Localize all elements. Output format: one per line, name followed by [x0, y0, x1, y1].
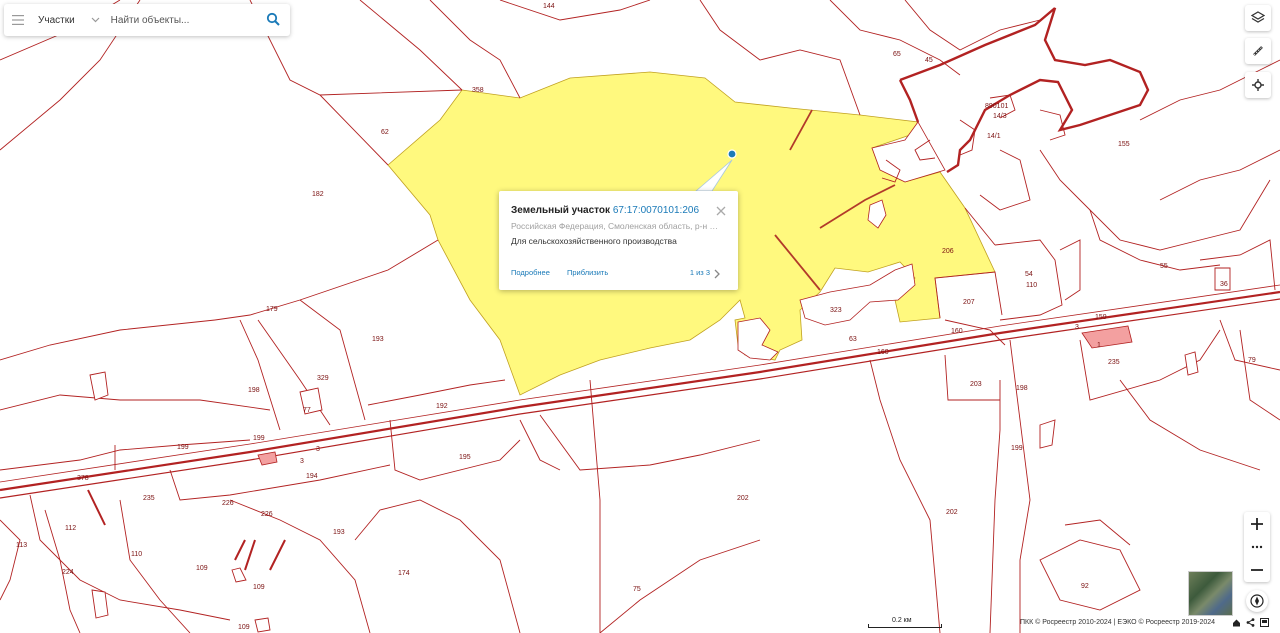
scale-bar: 0.2 км: [868, 617, 942, 629]
parcel-number-label: 206: [942, 248, 954, 255]
zoom-out-button[interactable]: [1244, 558, 1270, 581]
parcel-number-label: 144: [543, 3, 555, 10]
parcel-number-label: 890101: [985, 103, 1008, 110]
parcel-number-label: 207: [963, 299, 975, 306]
scale-label: 0.2 км: [892, 617, 912, 624]
ruler-icon: [1253, 46, 1263, 56]
parcel-number-label: 160: [877, 349, 889, 356]
parcel-number-label: 110: [131, 551, 142, 558]
parcel-number-label: 109: [253, 584, 265, 591]
parcel-number-label: 203: [970, 381, 982, 388]
satellite-basemap-toggle[interactable]: [1188, 571, 1233, 616]
search-input[interactable]: [108, 13, 263, 27]
home-icon[interactable]: [1232, 618, 1241, 627]
parcel-number-label: 109: [196, 565, 208, 572]
parcel-number-label: 194: [306, 473, 318, 480]
print-icon[interactable]: [1260, 618, 1269, 627]
close-icon[interactable]: [716, 203, 726, 216]
search-type-label[interactable]: Участки: [38, 15, 75, 26]
hamburger-icon: [12, 15, 24, 25]
parcel-number-label: 79: [1248, 357, 1256, 364]
parcel-number-label: 3: [316, 446, 320, 453]
copyright-text: ПКК © Росреестр 2010-2024 | ЕЭКО © Росре…: [1020, 619, 1216, 626]
parcel-number-label: 235: [1108, 359, 1120, 366]
more-link[interactable]: Подробнее: [511, 268, 550, 277]
more-button[interactable]: [1244, 535, 1270, 558]
parcel-number-label: 226: [222, 500, 234, 507]
zoom-to-link[interactable]: Приблизить: [567, 268, 608, 277]
plus-icon: [1251, 517, 1263, 530]
parcel-number-label: 112: [65, 525, 76, 532]
parcel-number-label: 3: [300, 458, 304, 465]
zoom-control: [1244, 512, 1270, 582]
parcel-number-label: 92: [1081, 583, 1089, 590]
parcel-number-label: 54: [1025, 271, 1033, 278]
parcel-popup: Земельный участок 67:17:0070101:206 Росс…: [499, 191, 738, 290]
parcel-number-label: 65: [893, 51, 901, 58]
popup-pager: 1 из 3: [689, 268, 710, 277]
parcel-number-label: 198: [248, 387, 260, 394]
parcel-number-label: 224: [62, 569, 74, 576]
parcel-number-label: 109: [238, 624, 250, 631]
parcel-number-label: 14/1: [987, 133, 1001, 140]
parcel-number-label: 77: [303, 407, 311, 414]
parcel-number-label: 45: [925, 57, 933, 64]
parcel-number-label: 179: [266, 306, 278, 313]
search-icon[interactable]: [266, 12, 282, 28]
chevron-down-icon[interactable]: [91, 15, 101, 25]
share-icon[interactable]: [1246, 618, 1255, 627]
parcel-number-label: 198: [1016, 385, 1028, 392]
parcel-number-label: 155: [1118, 141, 1130, 148]
locate-button[interactable]: [1245, 72, 1271, 98]
parcel-number-label: 110: [1026, 282, 1037, 289]
parcel-number-label: 193: [372, 336, 384, 343]
more-icon: [1251, 545, 1263, 548]
popup-title: Земельный участок 67:17:0070101:206: [511, 205, 700, 216]
compass-icon: [1250, 594, 1264, 608]
parcel-number-label: 199: [253, 435, 265, 442]
parcel-number-label: 199: [1011, 445, 1023, 452]
parcel-number-label: 323: [830, 307, 842, 314]
parcel-number-label: 235: [143, 495, 155, 502]
parcel-number-label: 63: [849, 336, 857, 343]
parcel-number-label: 202: [946, 509, 958, 516]
parcel-number-label: 192: [436, 403, 448, 410]
parcel-number-label: 358: [472, 87, 484, 94]
location-marker[interactable]: [727, 149, 737, 159]
parcel-number-label: 378: [77, 475, 89, 482]
parcel-number-label: 199: [177, 444, 189, 451]
parcel-number-label: 182: [312, 191, 324, 198]
parcel-number-label: 159: [1095, 314, 1107, 321]
compass-button[interactable]: [1246, 590, 1268, 612]
popup-address: Российская Федерация, Смоленская область…: [511, 221, 723, 231]
crosshair-icon: [1252, 79, 1264, 91]
minus-icon: [1251, 568, 1263, 571]
parcel-number-label: 160: [951, 328, 963, 335]
parcel-number-label: 202: [737, 495, 749, 502]
parcel-number-label: 55: [1160, 263, 1168, 270]
parcel-number-label: 3: [1075, 324, 1079, 331]
popup-land-use: Для сельскохозяйственного производства: [511, 236, 677, 246]
parcel-number-label: 329: [317, 375, 329, 382]
parcel-number-label: 75: [633, 586, 641, 593]
cadastral-number-link[interactable]: 67:17:0070101:206: [613, 205, 699, 216]
parcel-number-label: 195: [459, 454, 471, 461]
parcel-number-label: 36: [1220, 281, 1228, 288]
parcel-number-label: 1: [1097, 342, 1101, 349]
ruler-button[interactable]: [1245, 38, 1271, 64]
parcel-number-label: 62: [381, 129, 389, 136]
parcel-number-label: 193: [333, 529, 345, 536]
chevron-right-icon[interactable]: [714, 266, 724, 279]
zoom-in-button[interactable]: [1244, 512, 1270, 535]
parcel-number-label: 113: [16, 542, 27, 549]
cadastral-map[interactable]: 14465453586218289010114/314/115520655110…: [0, 0, 1280, 633]
bottom-icons: [1232, 618, 1269, 627]
parcel-number-label: 174: [398, 570, 410, 577]
search-panel: Участки: [4, 4, 290, 36]
layers-icon: [1251, 11, 1265, 23]
parcel-number-label: 14/3: [993, 113, 1007, 120]
layers-button[interactable]: [1245, 5, 1271, 31]
menu-button[interactable]: [4, 4, 32, 36]
parcel-number-label: 226: [261, 511, 273, 518]
